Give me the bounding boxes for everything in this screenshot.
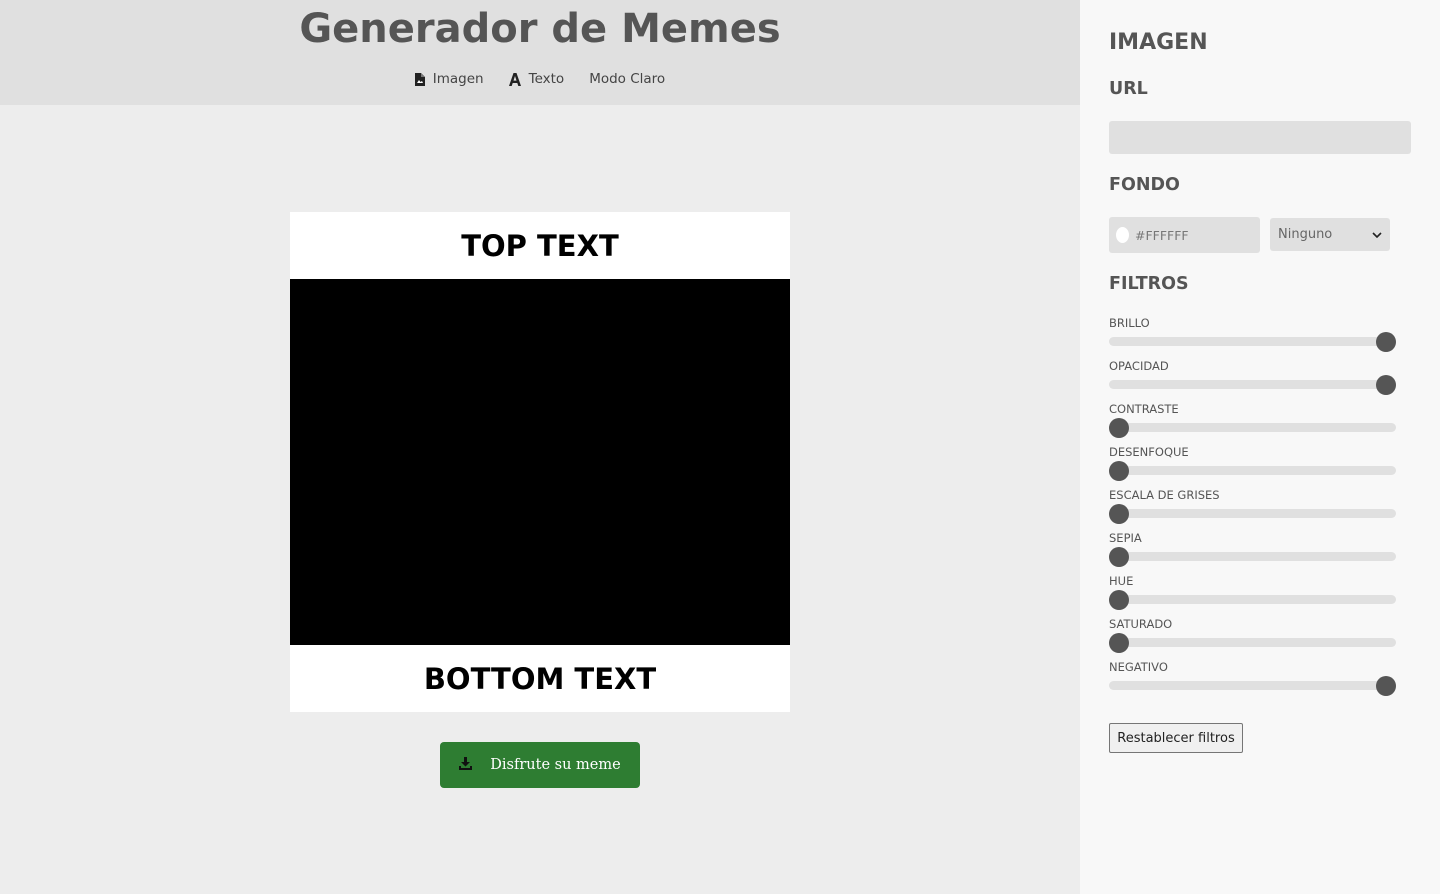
font-icon	[508, 72, 521, 86]
reset-filters-button[interactable]: Restablecer filtros	[1109, 723, 1243, 753]
filter-slider-thumb[interactable]	[1109, 461, 1129, 481]
nav-text-label: Texto	[528, 71, 565, 87]
download-button[interactable]: Disfrute su meme	[440, 742, 640, 788]
filter-escala-de-grises: ESCALA DE GRISES	[1109, 488, 1396, 528]
filter-slider-track[interactable]	[1109, 423, 1396, 432]
filter-label: HUE	[1109, 574, 1134, 588]
filter-brillo: BRILLO	[1109, 316, 1396, 356]
filters-label: FILTROS	[1109, 274, 1189, 294]
filter-opacidad: OPACIDAD	[1109, 359, 1396, 399]
filter-label: ESCALA DE GRISES	[1109, 488, 1220, 502]
page-title: Generador de Memes	[299, 6, 781, 52]
filter-label: BRILLO	[1109, 316, 1150, 330]
filter-slider-track[interactable]	[1109, 552, 1396, 561]
filter-slider-track[interactable]	[1109, 466, 1396, 475]
meme-image	[290, 279, 790, 645]
url-label: URL	[1109, 79, 1148, 99]
filter-slider-thumb[interactable]	[1109, 590, 1129, 610]
filter-negativo: NEGATIVO	[1109, 660, 1396, 700]
filter-label: CONTRASTE	[1109, 402, 1179, 416]
filter-sepia: SEPIA	[1109, 531, 1396, 571]
blend-mode-select[interactable]: Ninguno	[1270, 218, 1390, 251]
filter-label: NEGATIVO	[1109, 660, 1168, 674]
filter-label: DESENFOQUE	[1109, 445, 1189, 459]
nav-light-mode-label: Modo Claro	[589, 71, 666, 87]
nav-text-button[interactable]: Texto	[508, 71, 565, 87]
filter-label: OPACIDAD	[1109, 359, 1169, 373]
filter-slider-track[interactable]	[1109, 638, 1396, 647]
filter-slider-thumb[interactable]	[1109, 633, 1129, 653]
image-panel: IMAGEN URL FONDO #FFFFFF Ninguno FILTROS…	[1080, 0, 1440, 894]
filter-slider-track[interactable]	[1109, 509, 1396, 518]
filter-slider-track[interactable]	[1109, 595, 1396, 604]
chevron-down-icon	[1372, 227, 1382, 242]
filter-hue: HUE	[1109, 574, 1396, 614]
filter-contraste: CONTRASTE	[1109, 402, 1396, 442]
meme-canvas: TOP TEXT BOTTOM TEXT	[290, 212, 790, 712]
download-label: Disfrute su meme	[490, 757, 621, 773]
filter-slider-thumb[interactable]	[1376, 375, 1396, 395]
meme-top-text: TOP TEXT	[290, 212, 790, 279]
background-color-picker[interactable]: #FFFFFF	[1109, 217, 1260, 253]
filter-slider-thumb[interactable]	[1109, 504, 1129, 524]
filter-slider-track[interactable]	[1109, 380, 1396, 389]
top-nav: Imagen Texto Modo Claro	[0, 71, 1080, 87]
nav-image-label: Imagen	[432, 71, 484, 87]
main-area: Generador de Memes Imagen Texto Modo Cla…	[0, 0, 1080, 894]
blend-mode-value: Ninguno	[1278, 227, 1333, 242]
filter-slider-track[interactable]	[1109, 681, 1396, 690]
filter-label: SEPIA	[1109, 531, 1142, 545]
filter-slider-thumb[interactable]	[1109, 547, 1129, 567]
image-file-icon	[414, 72, 425, 86]
filter-desenfoque: DESENFOQUE	[1109, 445, 1396, 485]
filter-slider-thumb[interactable]	[1376, 332, 1396, 352]
download-icon	[459, 756, 473, 774]
color-swatch	[1116, 227, 1129, 243]
filter-label: SATURADO	[1109, 617, 1173, 631]
nav-light-mode-button[interactable]: Modo Claro	[589, 71, 665, 87]
background-label: FONDO	[1109, 175, 1180, 195]
filter-slider-thumb[interactable]	[1376, 676, 1396, 696]
url-input[interactable]	[1109, 121, 1411, 154]
filter-slider-track[interactable]	[1109, 337, 1396, 346]
filter-saturado: SATURADO	[1109, 617, 1396, 657]
nav-image-button[interactable]: Imagen	[414, 71, 484, 87]
background-color-value: #FFFFFF	[1135, 227, 1189, 243]
meme-bottom-text: BOTTOM TEXT	[290, 645, 790, 712]
filter-slider-thumb[interactable]	[1109, 418, 1129, 438]
panel-title: IMAGEN	[1109, 30, 1208, 55]
app-header: Generador de Memes Imagen Texto Modo Cla…	[0, 0, 1080, 105]
